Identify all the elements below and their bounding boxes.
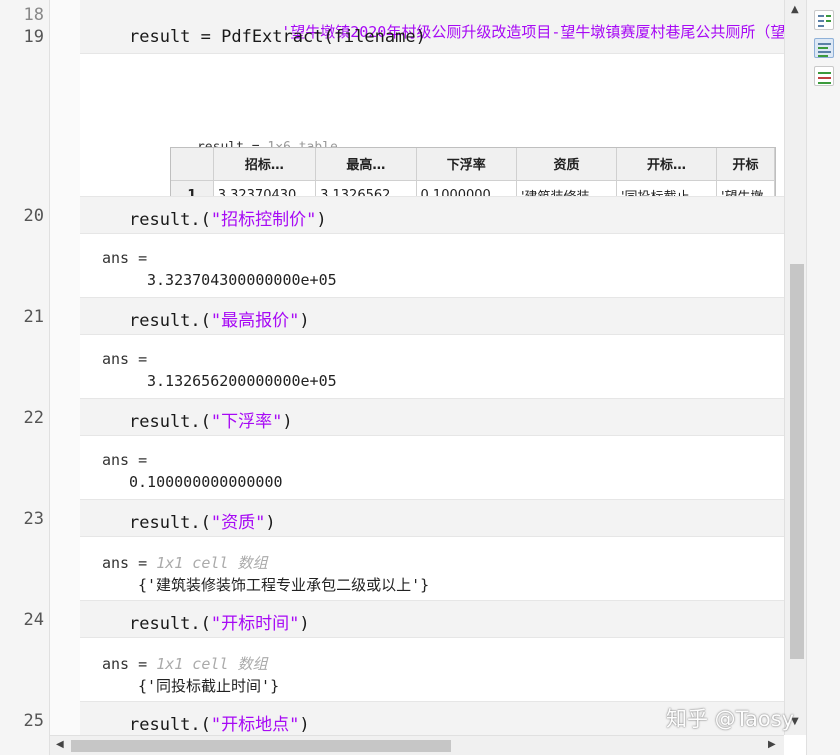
code-section[interactable]: result.("招标控制价") [80,196,784,234]
line-number: 20 [23,206,44,226]
line-number: 21 [23,307,44,327]
output-label: ans = [102,350,148,368]
output-section: ans = 3.323704300000000e+05 [80,234,784,297]
column-header[interactable]: 开标 [716,148,775,181]
code-line[interactable]: result.("最高报价") [129,306,310,331]
output-section: ans = 0.100000000000000 [80,436,784,499]
output-label: ans = [102,249,148,267]
output-inline-icon[interactable] [814,38,834,58]
output-label: ans = 1x1 cell 数组 [102,554,268,572]
output-mode-panel [806,0,840,755]
code-section[interactable]: '望牛墩镇2020年村级公厕升级改造项目-望牛墩镇赛厦村巷尾公共厕所（望 res… [80,0,784,54]
column-header[interactable]: 最高… [315,148,417,181]
output-label: ans = [102,451,148,469]
output-label: ans = 1x1 cell 数组 [102,655,268,673]
output-section: ans = 1x1 cell 数组 {'建筑装修装饰工程专业承包二级或以上'} [80,537,784,600]
output-value: 3.132656200000000e+05 [147,372,337,390]
output-section: result = 1×6 table 招标… 最高… 下浮率 资质 开标… 开标 [80,54,784,223]
code-line[interactable]: result.("下浮率") [129,407,293,432]
column-header[interactable]: 开标… [616,148,717,181]
output-type-hint: 1x1 cell 数组 [156,655,268,673]
row-header-corner [171,148,214,181]
column-header[interactable]: 资质 [516,148,617,181]
code-line[interactable]: result.("资质") [129,508,276,533]
live-script-editor[interactable]: '望牛墩镇2020年村级公厕升级改造项目-望牛墩镇赛厦村巷尾公共厕所（望 res… [50,0,784,735]
column-header[interactable]: 招标… [213,148,317,181]
column-header[interactable]: 下浮率 [416,148,517,181]
code-line[interactable]: result = PdfExtract(filename) [129,27,426,47]
line-number: 22 [23,408,44,428]
line-number-gutter: 18 19 20 21 22 23 24 25 [0,0,50,755]
line-number: 25 [23,711,44,731]
output-value: {'建筑装修装饰工程专业承包二级或以上'} [138,576,430,594]
scroll-left-icon[interactable]: ◀ [56,739,64,750]
hide-code-icon[interactable] [814,66,834,86]
horizontal-scroll-thumb[interactable] [71,740,451,752]
code-line[interactable]: result.("开标时间") [129,609,310,634]
scroll-right-icon[interactable]: ▶ [768,739,776,750]
code-line[interactable]: result.("开标地点") [129,710,310,735]
scroll-up-icon[interactable]: ▲ [791,4,799,15]
code-line[interactable]: result.("招标控制价") [129,205,327,230]
code-section[interactable]: result.("下浮率") [80,398,784,436]
output-value: 3.323704300000000e+05 [147,271,337,289]
code-section[interactable]: result.("开标时间") [80,600,784,638]
output-value: {'同投标截止时间'} [138,677,280,695]
line-number: 19 [23,27,44,47]
code-section[interactable]: result.("最高报价") [80,297,784,335]
output-on-right-icon[interactable] [814,10,834,30]
line-number: 24 [23,610,44,630]
watermark-text: 知乎 @Taosy [666,707,795,731]
output-section: ans = 3.132656200000000e+05 [80,335,784,398]
horizontal-scrollbar[interactable]: ◀ ▶ [50,735,784,755]
code-section[interactable]: result.("资质") [80,499,784,537]
output-value: 0.100000000000000 [129,473,283,491]
line-number: 23 [23,509,44,529]
output-type-hint: 1x1 cell 数组 [156,554,268,572]
line-number: 18 [23,5,44,25]
vertical-scroll-thumb[interactable] [790,264,804,659]
vertical-scrollbar[interactable]: ▲ ▼ [784,0,806,735]
output-section: ans = 1x1 cell 数组 {'同投标截止时间'} [80,638,784,701]
